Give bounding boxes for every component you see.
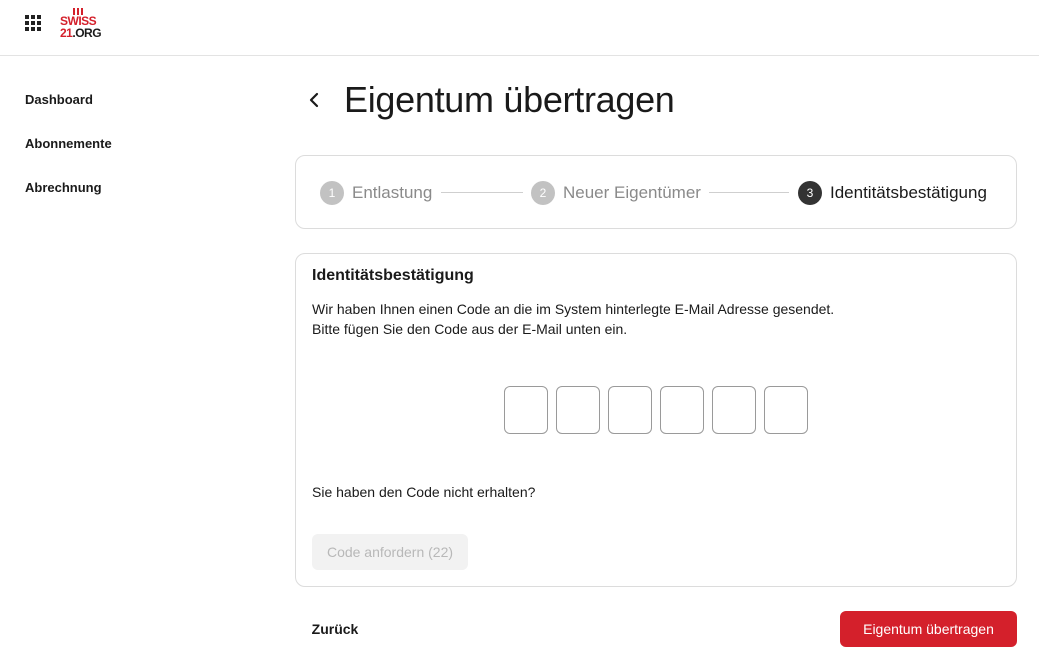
verification-card: Identitätsbestätigung Wir haben Ihnen ei… (295, 253, 1017, 587)
apps-grid-icon[interactable] (25, 15, 41, 31)
back-button[interactable]: Zurück (296, 611, 374, 647)
code-digit-6[interactable] (764, 386, 808, 434)
request-code-button[interactable]: Code anfordern (22) (312, 534, 468, 570)
step-label: Identitätsbestätigung (830, 183, 987, 202)
description-line-1: Wir haben Ihnen einen Code an die im Sys… (312, 301, 835, 317)
step-number: 1 (320, 181, 344, 205)
code-digit-3[interactable] (608, 386, 652, 434)
step-entlastung: 1 Entlastung (320, 180, 432, 206)
step-number: 3 (798, 181, 822, 205)
code-digit-4[interactable] (660, 386, 704, 434)
back-chevron-icon[interactable] (304, 88, 326, 112)
code-not-received-text: Sie haben den Code nicht erhalten? (312, 484, 536, 500)
top-bar: SWISS 21.ORG (0, 0, 1039, 56)
step-connector (709, 192, 789, 193)
card-description: Wir haben Ihnen einen Code an die im Sys… (312, 299, 834, 339)
step-label: Neuer Eigentümer (563, 183, 701, 202)
code-digit-1[interactable] (504, 386, 548, 434)
progress-stepper: 1 Entlastung 2 Neuer Eigentümer 3 Identi… (295, 155, 1017, 229)
code-digit-2[interactable] (556, 386, 600, 434)
description-line-2: Bitte fügen Sie den Code aus der E-Mail … (312, 321, 628, 337)
transfer-ownership-button[interactable]: Eigentum übertragen (840, 611, 1017, 647)
step-identitaetsbestaetigung: 3 Identitätsbestätigung (798, 180, 987, 206)
code-digit-5[interactable] (712, 386, 756, 434)
sidebar: Dashboard Abonnemente Abrechnung (25, 90, 225, 222)
sidebar-item-abonnemente[interactable]: Abonnemente (25, 134, 225, 154)
sidebar-item-abrechnung[interactable]: Abrechnung (25, 178, 225, 198)
step-connector (441, 192, 523, 193)
sidebar-item-dashboard[interactable]: Dashboard (25, 90, 225, 110)
step-label: Entlastung (352, 183, 433, 202)
swiss21-logo[interactable]: SWISS 21.ORG (60, 8, 120, 40)
card-title: Identitätsbestätigung (312, 267, 474, 284)
logo-text-bottom: 21.ORG (60, 26, 102, 40)
page-title: Eigentum übertragen (344, 79, 675, 120)
step-number: 2 (531, 181, 555, 205)
step-neuer-eigentuemer: 2 Neuer Eigentümer (531, 180, 701, 206)
